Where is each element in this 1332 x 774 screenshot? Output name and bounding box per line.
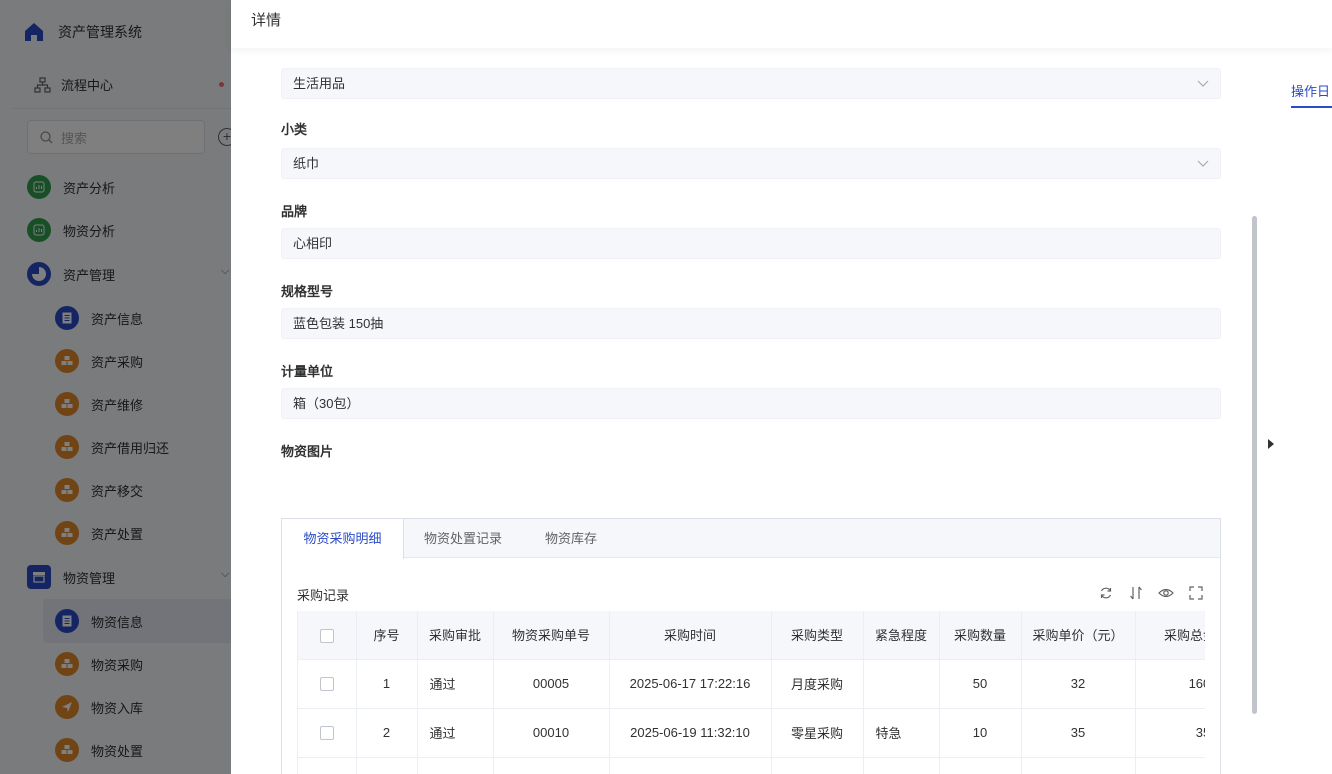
table-cell: 月度采购 (771, 659, 864, 709)
chevron-down-icon (1197, 160, 1209, 167)
table-cell: 50 (939, 659, 1022, 709)
column-header[interactable]: 采购数量 (939, 611, 1022, 660)
unit-value: 箱（30包） (293, 396, 360, 411)
table-cell: 2 (356, 708, 418, 758)
table-cell: 00005 (493, 659, 610, 709)
table-toolbar (1098, 585, 1204, 601)
table-cell: 350 (1135, 708, 1205, 758)
spec-field[interactable]: 蓝色包装 150抽 (281, 308, 1221, 339)
brand-field[interactable]: 心相印 (281, 228, 1221, 259)
table-cell: 00010 (493, 708, 610, 758)
table-cell: 32 (1021, 659, 1136, 709)
table-cell: 通过 (417, 659, 494, 709)
tab-disposal-records[interactable]: 物资处置记录 (424, 519, 502, 558)
spec-label: 规格型号 (281, 284, 334, 299)
tab-label: 物资库存 (545, 531, 598, 546)
row-checkbox[interactable] (298, 659, 357, 709)
table-cell: 1600 (1135, 659, 1205, 709)
brand-label: 品牌 (281, 204, 308, 219)
table-cell: 10 (939, 708, 1022, 758)
tab-bar: 物资采购明细 物资处置记录 物资库存 (282, 519, 1220, 559)
modal-overlay[interactable] (0, 0, 231, 774)
active-tab-underline (1291, 106, 1332, 108)
column-header[interactable]: 采购类型 (771, 611, 864, 660)
table-cell: 1 (356, 659, 418, 709)
table-header-row: 序号 采购审批 物资采购单号 采购时间 采购类型 紧急程度 采购数量 采购单价（… (298, 611, 1205, 660)
subcategory-select[interactable]: 纸巾 (281, 148, 1221, 179)
column-header[interactable]: 采购总金额 (1135, 611, 1205, 660)
drawer-title: 详情 (251, 12, 282, 29)
category-value: 生活用品 (293, 76, 346, 91)
table-cell: 2025-06-17 17:22:16 (609, 659, 772, 709)
column-header[interactable]: 序号 (356, 611, 418, 660)
tab-label: 物资采购明细 (303, 531, 382, 546)
column-header[interactable]: 紧急程度 (863, 611, 940, 660)
sort-icon[interactable] (1128, 585, 1144, 601)
section-title: 采购记录 (297, 588, 350, 603)
detail-drawer: 详情 生活用品 小类 纸巾 品牌 心相印 规格型号 蓝色包装 150抽 计量单位… (231, 0, 1332, 774)
table-cell: 35 (1021, 708, 1136, 758)
table-cell: 2025-06-19 11:32:10 (609, 708, 772, 758)
drawer-header: 详情 (231, 0, 1332, 48)
unit-field[interactable]: 箱（30包） (281, 388, 1221, 419)
tab-inventory[interactable]: 物资库存 (545, 519, 597, 558)
table-cell: 通过 (417, 708, 494, 758)
column-header[interactable]: 采购单价（元） (1021, 611, 1136, 660)
tab-operation-log[interactable]: 操作日 (1291, 81, 1330, 100)
row-checkbox[interactable] (298, 708, 357, 758)
tab-purchase-details[interactable]: 物资采购明细 (282, 519, 404, 559)
eye-icon[interactable] (1158, 585, 1174, 601)
table-cell: 特急 (863, 708, 940, 758)
column-header[interactable]: 物资采购单号 (493, 611, 610, 660)
subcategory-label: 小类 (281, 122, 308, 137)
tab-label: 物资处置记录 (424, 531, 503, 546)
unit-label: 计量单位 (281, 364, 334, 379)
subcategory-value: 纸巾 (293, 156, 320, 171)
select-all-checkbox[interactable] (298, 611, 357, 660)
records-card: 物资采购明细 物资处置记录 物资库存 采购记录 序号 采购审批 物资采购单号 采… (281, 518, 1221, 774)
category-select[interactable]: 生活用品 (281, 68, 1221, 99)
table-cell: 零星采购 (771, 708, 864, 758)
spec-value: 蓝色包装 150抽 (293, 316, 384, 331)
column-header[interactable]: 采购时间 (609, 611, 772, 660)
vertical-scrollbar[interactable] (1252, 216, 1257, 714)
caret-right-icon[interactable] (1268, 439, 1274, 449)
table-cell (863, 659, 940, 709)
image-label: 物资图片 (281, 444, 334, 459)
refresh-icon[interactable] (1098, 585, 1114, 601)
brand-value: 心相印 (293, 236, 333, 251)
fullscreen-icon[interactable] (1188, 585, 1204, 601)
chevron-down-icon (1197, 80, 1209, 87)
table-row[interactable]: 1 通过 00005 2025-06-17 17:22:16 月度采购 50 3… (298, 659, 1205, 709)
column-header[interactable]: 采购审批 (417, 611, 494, 660)
table-row (298, 757, 1205, 774)
purchase-table: 序号 采购审批 物资采购单号 采购时间 采购类型 紧急程度 采购数量 采购单价（… (297, 611, 1205, 774)
table-row[interactable]: 2 通过 00010 2025-06-19 11:32:10 零星采购 特急 1… (298, 708, 1205, 758)
